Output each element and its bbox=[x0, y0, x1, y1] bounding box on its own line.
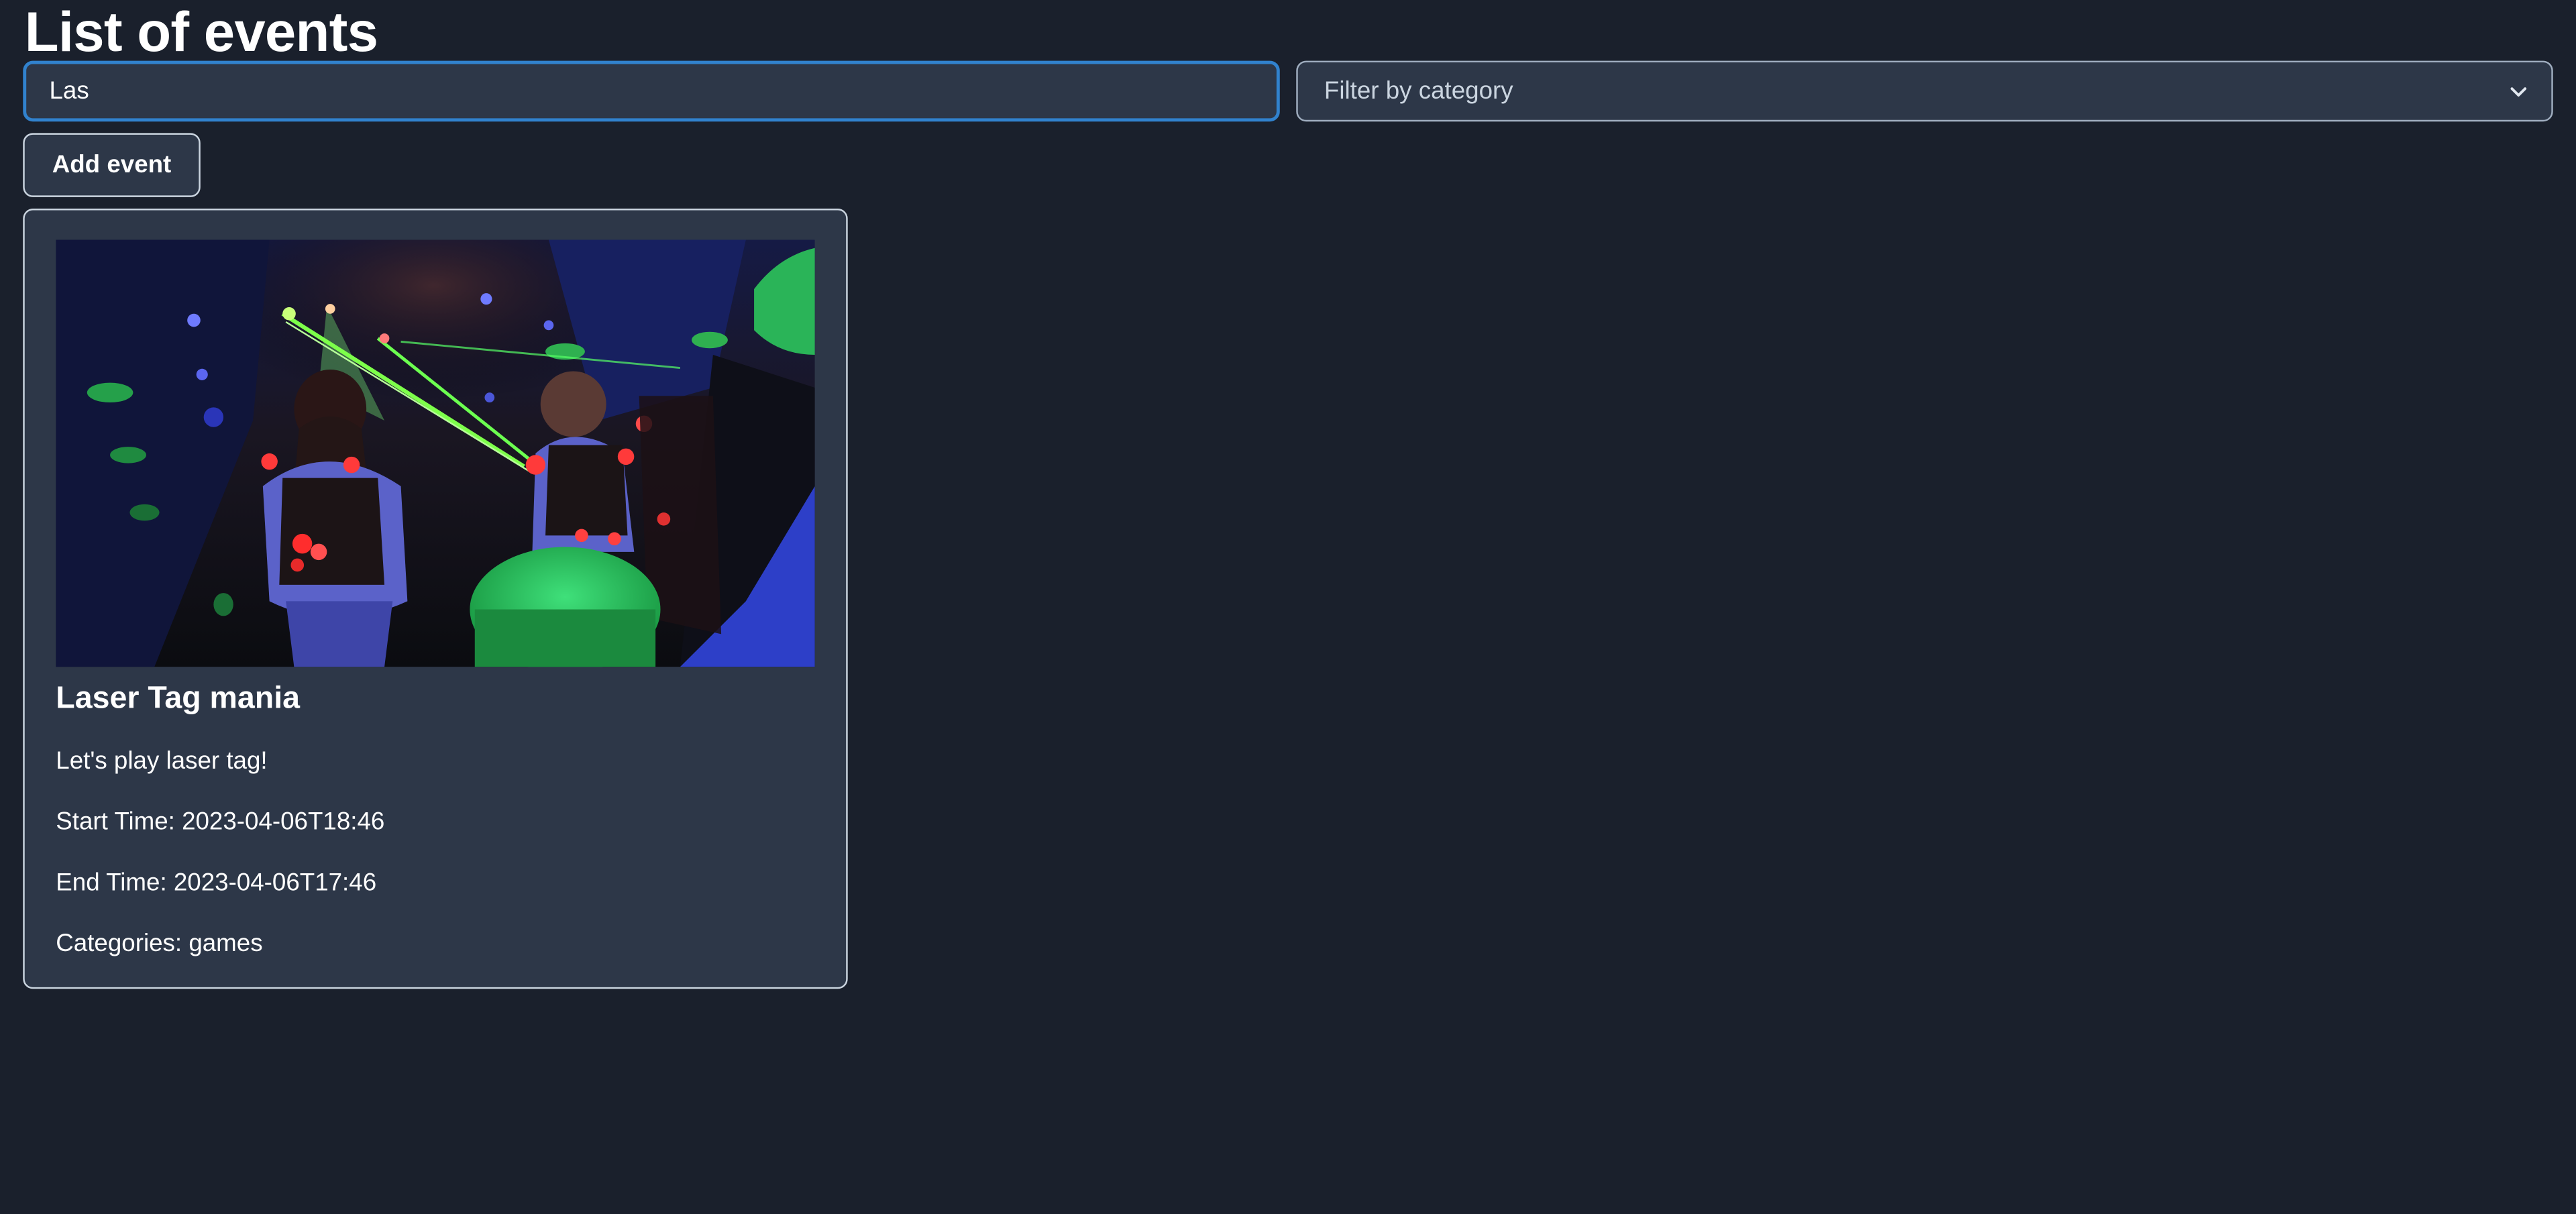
chevron-down-icon bbox=[2510, 87, 2527, 96]
event-description: Let's play laser tag! bbox=[56, 747, 268, 775]
category-filter-placeholder: Filter by category bbox=[1324, 77, 1513, 105]
event-card[interactable]: Laser Tag mania Let's play laser tag! St… bbox=[23, 209, 848, 989]
page-title: List of events bbox=[24, 1, 378, 64]
category-filter-select[interactable]: Filter by category bbox=[1296, 60, 2553, 122]
app-root: List of events Filter by category Add ev… bbox=[0, 0, 2576, 1214]
event-start-time: Start Time: 2023-04-06T18:46 bbox=[56, 808, 385, 836]
event-end-time: End Time: 2023-04-06T17:46 bbox=[56, 869, 377, 897]
event-title: Laser Tag mania bbox=[56, 681, 301, 716]
search-input[interactable] bbox=[23, 60, 1280, 122]
event-categories: Categories: games bbox=[56, 930, 263, 958]
add-event-button[interactable]: Add event bbox=[23, 133, 201, 197]
event-image bbox=[56, 239, 815, 667]
